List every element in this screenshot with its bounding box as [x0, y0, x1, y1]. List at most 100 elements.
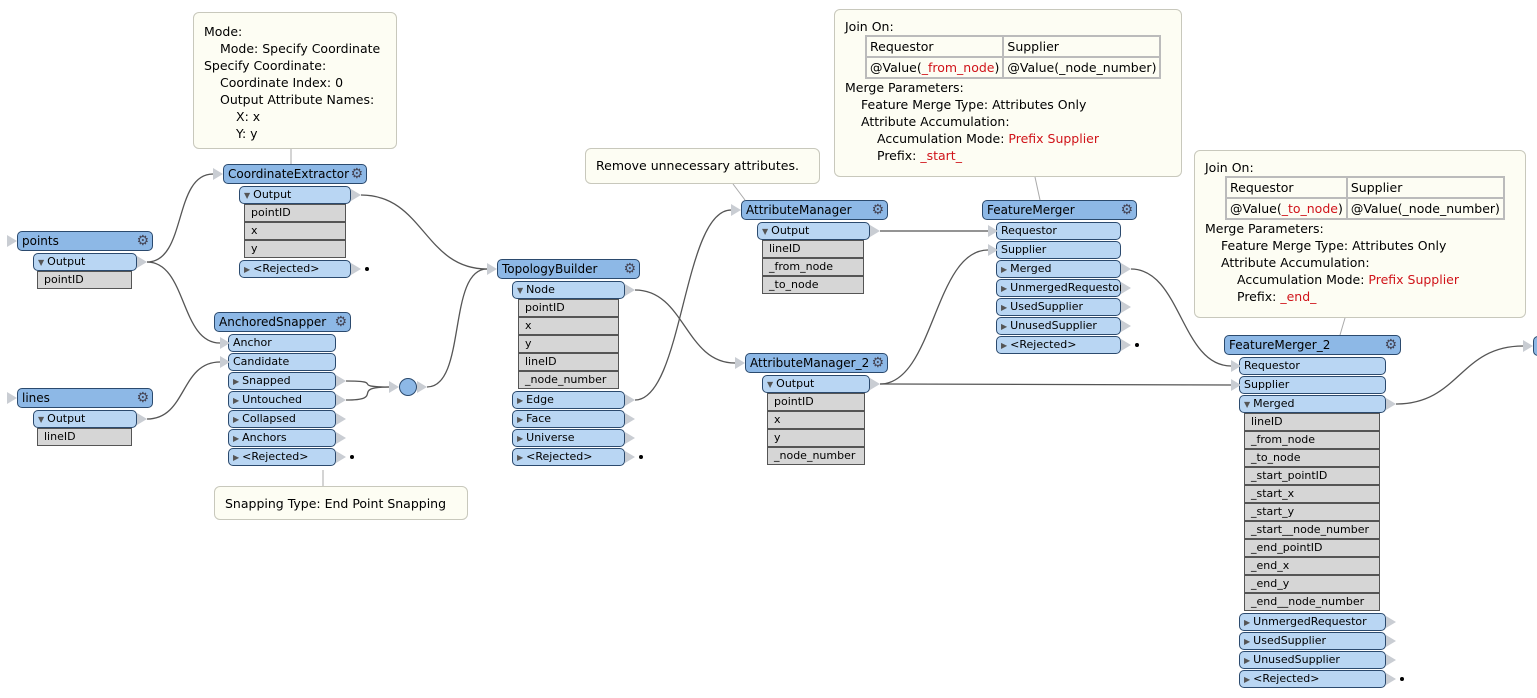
gear-icon[interactable]: ⚙: [1120, 202, 1133, 218]
connection-line[interactable]: [1395, 345, 1524, 405]
port-anchors[interactable]: ▶ Anchors: [228, 429, 336, 447]
expand-icon[interactable]: ▶: [244, 265, 250, 274]
expand-icon[interactable]: ▶: [517, 415, 523, 424]
offscreen-transformer[interactable]: [1533, 336, 1537, 356]
expand-icon[interactable]: ▶: [1244, 656, 1250, 665]
connection-line[interactable]: [634, 209, 732, 401]
expand-icon[interactable]: ▶: [1001, 341, 1007, 350]
port-universe[interactable]: ▶ Universe: [512, 429, 625, 447]
expand-icon[interactable]: ▶: [1244, 637, 1250, 646]
transformer-fm[interactable]: FeatureMerger ⚙: [982, 200, 1137, 220]
transformer-points[interactable]: points ⚙: [17, 231, 153, 251]
annotation-feature-merger-2[interactable]: Join On: Requestor Supplier @Value(_to_no…: [1194, 150, 1526, 318]
expand-icon[interactable]: ▶: [1001, 322, 1007, 331]
gear-icon[interactable]: ⚙: [871, 355, 884, 371]
port-supplier[interactable]: Supplier: [996, 241, 1121, 259]
port-edge[interactable]: ▶ Edge: [512, 391, 625, 409]
collapse-icon[interactable]: ▼: [38, 258, 44, 267]
port-face[interactable]: ▶ Face: [512, 410, 625, 428]
port-supplier[interactable]: Supplier: [1239, 376, 1386, 394]
gear-icon[interactable]: ⚙: [136, 233, 149, 249]
transformer-tb[interactable]: TopologyBuilder ⚙: [497, 259, 640, 279]
connection-line[interactable]: [360, 194, 488, 270]
output-port-icon: [351, 263, 361, 275]
port-rejected[interactable]: ▶ <Rejected>: [996, 336, 1121, 354]
transformer-am2[interactable]: AttributeManager_2 ⚙: [745, 353, 888, 373]
port-usedsupplier[interactable]: ▶ UsedSupplier: [996, 298, 1121, 316]
gear-icon[interactable]: ⚙: [623, 261, 636, 277]
transformer-am[interactable]: AttributeManager ⚙: [741, 200, 888, 220]
expand-icon[interactable]: ▶: [1001, 284, 1007, 293]
connection-line[interactable]: [345, 386, 390, 401]
gear-icon[interactable]: ⚙: [136, 390, 149, 406]
connection-line[interactable]: [146, 173, 214, 263]
gear-icon[interactable]: ⚙: [350, 166, 363, 182]
port-label: <Rejected>: [1010, 338, 1077, 351]
port-requestor[interactable]: Requestor: [996, 222, 1121, 240]
annotation-anchored-snapper[interactable]: Snapping Type: End Point Snapping: [214, 486, 468, 520]
port-untouched[interactable]: ▶ Untouched: [228, 391, 336, 409]
port-unusedsupplier[interactable]: ▶ UnusedSupplier: [1239, 651, 1386, 669]
port-output[interactable]: ▼ Output: [33, 253, 137, 271]
port-rejected[interactable]: ▶ <Rejected>: [512, 448, 625, 466]
gear-icon[interactable]: ⚙: [1384, 337, 1397, 353]
connection-line[interactable]: [634, 289, 736, 364]
port-snapped[interactable]: ▶ Snapped: [228, 372, 336, 390]
connection-line[interactable]: [146, 261, 221, 344]
port-rejected[interactable]: ▶ <Rejected>: [228, 448, 336, 466]
port-unmergedrequestor[interactable]: ▶ UnmergedRequestor: [1239, 613, 1386, 631]
port-output[interactable]: ▼ Output: [239, 186, 351, 204]
output-port-icon: [351, 189, 361, 201]
expand-icon[interactable]: ▶: [233, 434, 239, 443]
gear-icon[interactable]: ⚙: [871, 202, 884, 218]
port-rejected[interactable]: ▶ <Rejected>: [239, 260, 351, 278]
collapse-icon[interactable]: ▼: [1244, 400, 1250, 409]
annotation-feature-merger[interactable]: Join On: Requestor Supplier @Value(_from_…: [834, 9, 1182, 177]
transformer-as[interactable]: AnchoredSnapper ⚙: [214, 312, 351, 332]
connection-line[interactable]: [879, 383, 1232, 386]
expand-icon[interactable]: ▶: [517, 396, 523, 405]
port-rejected[interactable]: ▶ <Rejected>: [1239, 670, 1386, 688]
collapse-icon[interactable]: ▼: [244, 191, 250, 200]
port-anchor[interactable]: Anchor: [228, 334, 336, 352]
port-unusedsupplier[interactable]: ▶ UnusedSupplier: [996, 317, 1121, 335]
port-merged[interactable]: ▼ Merged: [1239, 395, 1386, 413]
expand-icon[interactable]: ▶: [517, 434, 523, 443]
port-output[interactable]: ▼ Output: [33, 410, 137, 428]
collapse-icon[interactable]: ▼: [38, 415, 44, 424]
collapse-icon[interactable]: ▼: [517, 286, 523, 295]
port-output[interactable]: ▼ Output: [757, 222, 870, 240]
collapse-icon[interactable]: ▼: [767, 380, 773, 389]
port-node[interactable]: ▼ Node: [512, 281, 625, 299]
expand-icon[interactable]: ▶: [233, 415, 239, 424]
expand-icon[interactable]: ▶: [1001, 265, 1007, 274]
port-merged[interactable]: ▶ Merged: [996, 260, 1121, 278]
gear-icon[interactable]: ⚙: [334, 314, 347, 330]
junction-node[interactable]: [399, 378, 417, 396]
annotation-attribute-manager[interactable]: Remove unnecessary attributes.: [585, 148, 820, 184]
expand-icon[interactable]: ▶: [1244, 675, 1250, 684]
port-unmergedrequestor[interactable]: ▶ UnmergedRequestor: [996, 279, 1124, 297]
attribute-row: pointID: [37, 271, 132, 289]
collapse-icon[interactable]: ▼: [762, 227, 768, 236]
connection-line[interactable]: [345, 380, 390, 388]
port-collapsed[interactable]: ▶ Collapsed: [228, 410, 336, 428]
transformer-ce[interactable]: CoordinateExtractor ⚙: [223, 164, 367, 184]
annotation-coordinate-extractor[interactable]: Mode: Mode: Specify Coordinate Specify C…: [193, 12, 397, 149]
expand-icon[interactable]: ▶: [233, 453, 239, 462]
expand-icon[interactable]: ▶: [233, 377, 239, 386]
port-usedsupplier[interactable]: ▶ UsedSupplier: [1239, 632, 1386, 650]
connection-line[interactable]: [426, 268, 488, 388]
port-requestor[interactable]: Requestor: [1239, 357, 1386, 375]
port-label: <Rejected>: [1253, 672, 1320, 685]
connection-line[interactable]: [879, 249, 989, 385]
port-candidate[interactable]: Candidate: [228, 353, 336, 371]
port-output[interactable]: ▼ Output: [762, 375, 870, 393]
transformer-fm2[interactable]: FeatureMerger_2 ⚙: [1224, 335, 1401, 355]
expand-icon[interactable]: ▶: [517, 453, 523, 462]
transformer-lines[interactable]: lines ⚙: [17, 388, 153, 408]
expand-icon[interactable]: ▶: [1001, 303, 1007, 312]
connection-line[interactable]: [146, 361, 221, 420]
expand-icon[interactable]: ▶: [233, 396, 239, 405]
expand-icon[interactable]: ▶: [1244, 618, 1250, 627]
